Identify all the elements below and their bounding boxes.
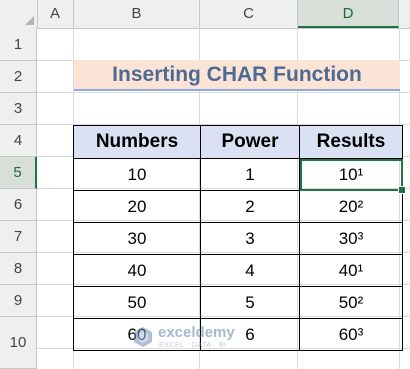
row-header-7[interactable]: 7 [0,221,37,253]
row-header-2[interactable]: 2 [0,61,37,93]
column-header-d[interactable]: D [298,0,399,28]
cell-result[interactable]: 60³ [299,318,403,351]
cell-result[interactable]: 50² [299,286,403,319]
cell-result[interactable]: 30³ [299,222,403,255]
column-header-a[interactable]: A [37,0,74,28]
exceldemy-logo-icon [134,327,152,347]
cell-power[interactable]: 2 [200,190,300,223]
cell-power[interactable]: 1 [200,158,300,191]
select-all-triangle-icon [25,16,34,25]
watermark-tagline: EXCEL · DATA · BI [159,342,227,349]
gridline [37,92,410,93]
table-row: 20 2 20² [73,190,403,223]
row-header-1[interactable]: 1 [0,28,37,61]
fill-handle[interactable] [398,186,406,194]
sheet-title[interactable]: Inserting CHAR Function [74,60,400,91]
row-header-10[interactable]: 10 [0,317,37,369]
cell-number[interactable]: 50 [73,286,201,319]
row-header-4[interactable]: 4 [0,125,37,157]
column-header-c[interactable]: C [200,0,298,28]
table-row: 40 4 40¹ [73,254,403,287]
exceldemy-watermark: exceldemy EXCEL · DATA · BI [132,322,272,354]
cell-power[interactable]: 4 [200,254,300,287]
cell-number[interactable]: 10 [73,158,201,191]
select-all-button[interactable] [0,0,38,28]
column-header-bar: A B C D [0,0,410,29]
cell-result-value: 10¹ [338,164,364,184]
header-power[interactable]: Power [200,125,300,159]
data-table: Numbers Power Results 10 1 10¹ 20 2 20² … [73,125,406,351]
row-header-5[interactable]: 5 [0,157,37,189]
cell-result[interactable]: 20² [299,190,403,223]
watermark-name: exceldemy [158,324,235,341]
header-numbers[interactable]: Numbers [73,125,201,159]
table-row: 50 5 50² [73,286,403,319]
table-row: 10 1 10¹ [73,158,406,194]
row-header-3[interactable]: 3 [0,93,37,125]
row-header-9[interactable]: 9 [0,285,37,317]
cell-result[interactable]: 40¹ [299,254,403,287]
cell-power[interactable]: 3 [200,222,300,255]
cell-power[interactable]: 5 [200,286,300,319]
cell-number[interactable]: 30 [73,222,201,255]
row-header-8[interactable]: 8 [0,253,37,285]
header-results[interactable]: Results [299,125,403,159]
row-header-6[interactable]: 6 [0,189,37,221]
column-header-b[interactable]: B [74,0,200,28]
cell-result-selected[interactable]: 10¹ [299,158,406,194]
spreadsheet-grid: A B C D 1 2 3 4 5 6 7 8 9 10 Inserting C… [0,0,410,369]
table-header-row: Numbers Power Results [73,125,403,159]
table-row: 30 3 30³ [73,222,403,255]
cell-number[interactable]: 40 [73,254,201,287]
cell-number[interactable]: 20 [73,190,201,223]
